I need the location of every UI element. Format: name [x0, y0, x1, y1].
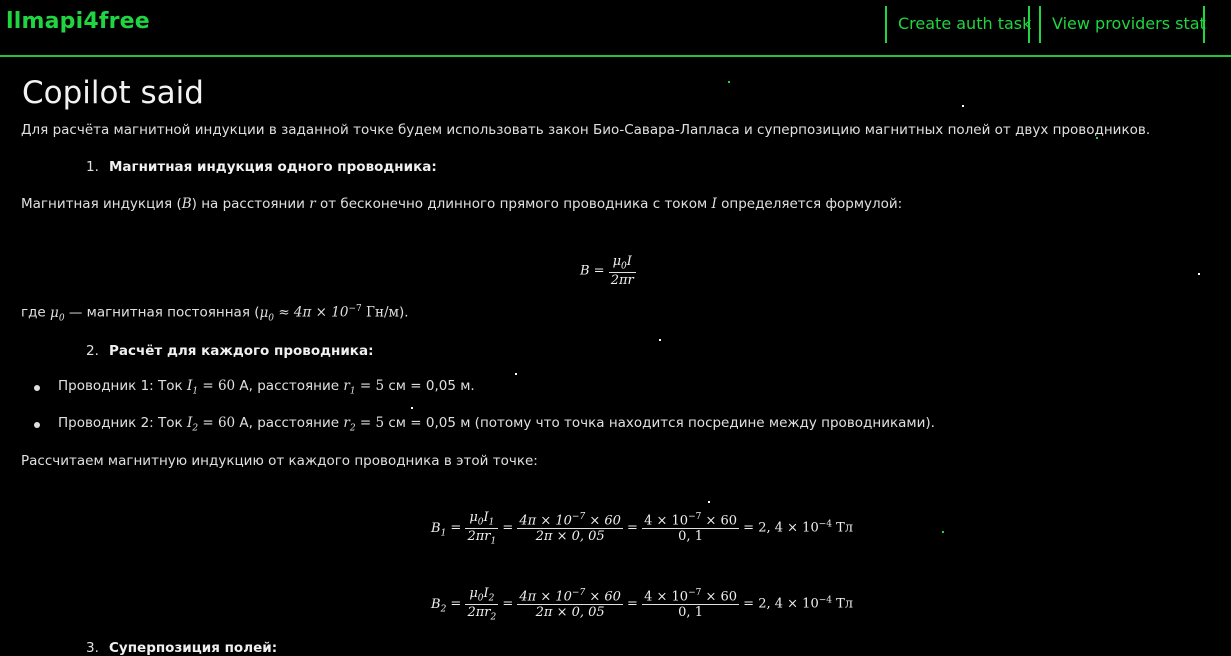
- background-speck: [411, 407, 413, 409]
- background-speck: [962, 105, 964, 107]
- background-speck: [708, 501, 710, 503]
- calc-paragraph: Рассчитаем магнитную индукцию от каждого…: [21, 453, 538, 469]
- top-navbar: llmapi4free Create auth task View provid…: [0, 0, 1231, 57]
- mu-paragraph: где μ0 — магнитная постоянная (μ0 ≈ 4π ×…: [21, 304, 409, 324]
- list-item: Проводник 2: Ток I2 = 60 А, расстояние r…: [58, 415, 935, 434]
- background-speck: [942, 531, 944, 533]
- intro-paragraph: Для расчёта магнитной индукции в заданно…: [21, 122, 1151, 138]
- create-auth-task-button[interactable]: Create auth task: [885, 6, 1031, 43]
- page-title: Copilot said: [22, 75, 204, 111]
- bullet-dot: [34, 422, 40, 428]
- step-heading: Магнитная индукция одного проводника:: [109, 159, 437, 175]
- list-number: 1.: [86, 159, 99, 175]
- brand-logo[interactable]: llmapi4free: [6, 9, 150, 34]
- bullet-dot: [34, 385, 40, 391]
- background-speck: [728, 81, 730, 83]
- background-speck: [515, 373, 517, 375]
- main-content: Copilot said Для расчёта магнитной индук…: [0, 57, 1231, 656]
- view-providers-stat-button[interactable]: View providers stat: [1039, 6, 1206, 43]
- induction-paragraph: Магнитная индукция (B) на расстоянии r о…: [21, 196, 903, 212]
- list-number: 3.: [86, 640, 99, 656]
- list-number: 2.: [86, 343, 99, 359]
- list-item: Проводник 1: Ток I1 = 60 А, расстояние r…: [58, 378, 475, 397]
- formula-b2: B2 = μ0I2 2πr2 = 4π × 10−7 × 60 2π × 0, …: [431, 586, 854, 623]
- background-speck: [659, 339, 661, 341]
- step-heading: Расчёт для каждого проводника:: [109, 343, 374, 359]
- formula-main: B = μ0I 2πr: [580, 254, 636, 288]
- formula-b1: B1 = μ0I1 2πr1 = 4π × 10−7 × 60 2π × 0, …: [431, 510, 854, 547]
- background-speck: [1198, 273, 1200, 275]
- step-heading: Суперпозиция полей:: [109, 640, 278, 656]
